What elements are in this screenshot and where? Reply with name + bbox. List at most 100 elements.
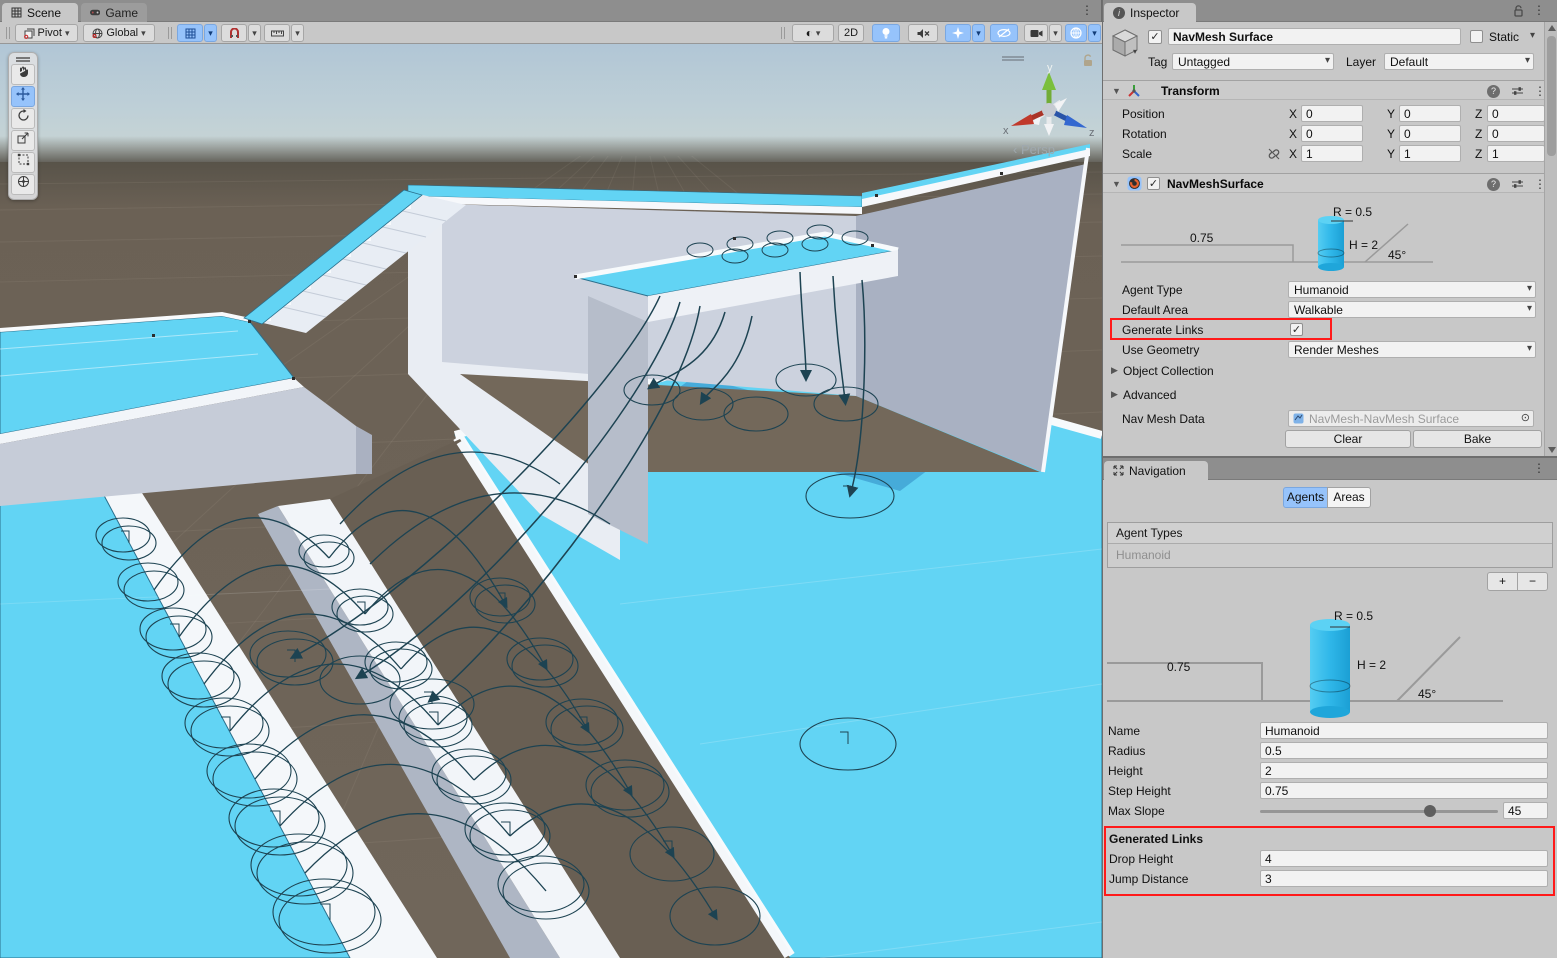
gameobject-active-checkbox[interactable]: ✓ <box>1148 30 1162 44</box>
hand-tool-button[interactable] <box>11 64 35 85</box>
layer-dropdown[interactable]: Default ▾ <box>1384 53 1534 70</box>
object-picker-icon[interactable]: ⊙ <box>1521 411 1530 424</box>
scale-tool-button[interactable] <box>11 130 35 151</box>
rect-tool-button[interactable] <box>11 152 35 173</box>
measure-button[interactable] <box>264 24 290 42</box>
transform-header[interactable]: ▼ Transform ? ⋮ <box>1103 80 1557 100</box>
object-collection-foldout[interactable]: ▶ Object Collection <box>1103 362 1557 379</box>
eye-slash-icon <box>997 28 1011 38</box>
pivot-button[interactable]: Pivot ▾ <box>15 24 78 42</box>
position-y-field[interactable] <box>1399 105 1461 122</box>
overlay-drag-handle[interactable] <box>16 57 30 62</box>
scroll-up-button[interactable] <box>1548 25 1556 31</box>
scroll-down-button[interactable] <box>1548 447 1556 453</box>
jump-distance-field[interactable] <box>1260 870 1548 887</box>
grid-options-caret[interactable]: ▾ <box>204 24 217 42</box>
pivot-icon <box>24 28 35 39</box>
hidden-objects-button[interactable] <box>990 24 1018 42</box>
max-slope-slider-track[interactable] <box>1260 810 1498 813</box>
shading-mode-button[interactable]: ◐ ▾ <box>792 24 834 42</box>
rotation-y-field[interactable] <box>1399 125 1461 142</box>
grid-visibility-button[interactable] <box>177 24 203 42</box>
transform-tool-button[interactable] <box>11 174 35 195</box>
navmeshsurface-enabled-checkbox[interactable]: ✓ <box>1147 177 1160 190</box>
toolbar-handle[interactable] <box>6 27 10 39</box>
use-geometry-dropdown[interactable]: Render Meshes ▾ <box>1288 341 1536 358</box>
camera-button[interactable] <box>1024 24 1048 42</box>
scene-menu-icon[interactable]: ⋮ <box>1081 3 1093 17</box>
max-slope-field[interactable] <box>1503 802 1548 819</box>
generate-links-checkbox[interactable]: ✓ <box>1290 323 1303 336</box>
help-icon[interactable]: ? <box>1487 85 1500 98</box>
link-broken-icon[interactable] <box>1267 148 1281 160</box>
advanced-foldout[interactable]: ▶ Advanced <box>1103 386 1557 403</box>
rotation-x-field[interactable] <box>1301 125 1363 142</box>
agents-tab-button[interactable]: Agents <box>1283 487 1328 508</box>
position-z-field[interactable] <box>1487 105 1545 122</box>
clear-button[interactable]: Clear <box>1285 430 1411 448</box>
lighting-toggle-button[interactable] <box>872 24 900 42</box>
static-checkbox[interactable] <box>1470 30 1483 43</box>
agent-type-list-item[interactable]: Humanoid <box>1108 544 1552 567</box>
scale-y-field[interactable] <box>1399 145 1461 162</box>
tab-scene[interactable]: Scene <box>2 3 78 22</box>
presets-icon[interactable] <box>1511 178 1524 190</box>
radius-field[interactable] <box>1260 742 1548 759</box>
scale-z-field[interactable] <box>1487 145 1545 162</box>
tab-game[interactable]: Game <box>81 3 147 22</box>
step-height-field[interactable] <box>1260 782 1548 799</box>
height-field[interactable] <box>1260 762 1548 779</box>
gizmos-options-caret[interactable]: ▾ <box>1088 24 1101 42</box>
navigation-menu-icon[interactable]: ⋮ <box>1533 461 1545 475</box>
gameobject-name-field[interactable] <box>1168 28 1461 45</box>
audio-toggle-button[interactable] <box>908 24 938 42</box>
overlay-drag-handle[interactable] <box>1002 56 1024 61</box>
name-field[interactable] <box>1260 722 1548 739</box>
snap-options-caret[interactable]: ▾ <box>248 24 261 42</box>
tab-navigation[interactable]: Navigation <box>1104 461 1208 480</box>
scale-label: Scale <box>1122 147 1152 161</box>
inspector-menu-icon[interactable]: ⋮ <box>1533 3 1545 17</box>
agent-type-label: Agent Type <box>1122 283 1183 297</box>
snap-button[interactable] <box>221 24 247 42</box>
drop-height-field[interactable] <box>1260 850 1548 867</box>
scene-3d-viewport[interactable] <box>0 44 1102 958</box>
help-icon[interactable]: ? <box>1487 178 1500 191</box>
global-button[interactable]: Global ▾ <box>83 24 155 42</box>
magnet-icon <box>229 28 240 39</box>
toolbar-handle[interactable] <box>781 27 785 39</box>
inspector-scrollbar[interactable] <box>1544 22 1557 456</box>
effects-toggle-button[interactable] <box>945 24 971 42</box>
static-caret-icon[interactable]: ▾ <box>1530 30 1535 41</box>
foldout-open-icon[interactable]: ▼ <box>1112 86 1121 96</box>
default-area-dropdown[interactable]: Walkable ▾ <box>1288 301 1536 318</box>
max-slope-slider-thumb[interactable] <box>1424 805 1436 817</box>
nav-mesh-data-objectfield[interactable]: NavMesh-NavMesh Surface ⊙ <box>1288 410 1534 427</box>
areas-tab-button[interactable]: Areas <box>1327 487 1371 508</box>
scroll-thumb[interactable] <box>1547 36 1556 156</box>
add-agent-type-button[interactable]: + <box>1487 572 1518 591</box>
tab-inspector[interactable]: i Inspector <box>1104 3 1196 22</box>
unlock-icon[interactable] <box>1513 5 1524 17</box>
remove-agent-type-button[interactable]: − <box>1517 572 1548 591</box>
presets-icon[interactable] <box>1511 85 1524 97</box>
gizmos-toggle-button[interactable] <box>1065 24 1087 42</box>
move-tool-button[interactable] <box>11 86 35 107</box>
rotation-z-field[interactable] <box>1487 125 1545 142</box>
gameobject-caret-icon[interactable]: ▾ <box>1133 47 1137 56</box>
camera-options-caret[interactable]: ▾ <box>1049 24 1062 42</box>
rotate-tool-button[interactable] <box>11 108 35 129</box>
bake-button[interactable]: Bake <box>1413 430 1542 448</box>
navmeshsurface-component-icon <box>1127 176 1142 191</box>
tag-dropdown[interactable]: Untagged ▾ <box>1172 53 1334 70</box>
navmeshsurface-header[interactable]: ▼ ✓ NavMeshSurface ? ⋮ <box>1103 173 1557 193</box>
foldout-open-icon[interactable]: ▼ <box>1112 179 1121 189</box>
2d-toggle-button[interactable]: 2D <box>838 24 864 42</box>
position-x-field[interactable] <box>1301 105 1363 122</box>
scale-x-field[interactable] <box>1301 145 1363 162</box>
gizmo-persp[interactable]: ‹ Persp <box>1013 142 1055 157</box>
measure-options-caret[interactable]: ▾ <box>291 24 304 42</box>
toolbar-handle[interactable] <box>168 27 172 39</box>
effects-options-caret[interactable]: ▾ <box>972 24 985 42</box>
agent-type-dropdown[interactable]: Humanoid ▾ <box>1288 281 1536 298</box>
